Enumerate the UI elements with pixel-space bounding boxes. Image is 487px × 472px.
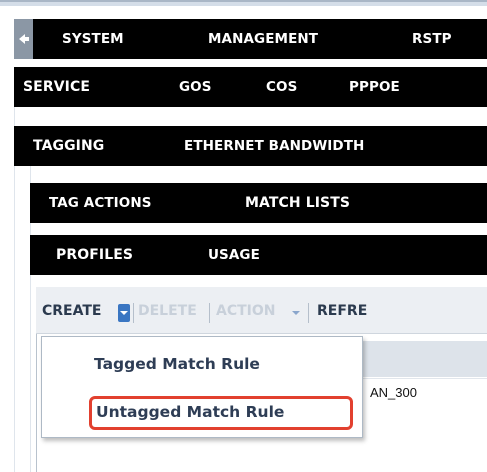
left-arrow-icon bbox=[18, 34, 29, 44]
nav-item-rstp[interactable]: RSTP bbox=[412, 31, 452, 47]
nav-item-tag-actions[interactable]: TAG ACTIONS bbox=[49, 195, 152, 211]
menu-item-tagged-match-rule[interactable]: Tagged Match Rule bbox=[94, 355, 260, 373]
nav-item-gos[interactable]: GOS bbox=[179, 79, 212, 95]
chevron-down-icon bbox=[120, 311, 128, 315]
nav-item-system[interactable]: SYSTEM bbox=[62, 31, 124, 47]
chevron-down-icon bbox=[292, 311, 300, 315]
refresh-button[interactable]: REFRE bbox=[317, 303, 367, 319]
nav-row-tag-sub: TAG ACTIONS MATCH LISTS bbox=[30, 183, 487, 223]
nav-item-match-lists[interactable]: MATCH LISTS bbox=[245, 195, 350, 211]
nav-item-pppoe[interactable]: PPPOE bbox=[349, 79, 400, 95]
table-header bbox=[344, 341, 487, 377]
back-button[interactable] bbox=[14, 19, 33, 59]
nav-item-usage[interactable]: USAGE bbox=[208, 247, 260, 263]
toolbar-separator bbox=[133, 303, 134, 323]
nav-row-service: SERVICE GOS COS PPPOE bbox=[14, 67, 487, 107]
nav-item-management[interactable]: MANAGEMENT bbox=[208, 31, 318, 47]
menu-item-untagged-match-rule[interactable]: Untagged Match Rule bbox=[96, 403, 284, 421]
nav-item-ethernet-bandwidth[interactable]: ETHERNET BANDWIDTH bbox=[184, 138, 364, 154]
create-dropdown-menu: Tagged Match Rule Untagged Match Rule bbox=[41, 336, 363, 438]
top-border bbox=[0, 0, 487, 6]
delete-button[interactable]: DELETE bbox=[138, 303, 197, 319]
action-dropdown-button[interactable] bbox=[290, 304, 302, 322]
nav-item-profiles[interactable]: PROFILES bbox=[56, 247, 133, 263]
nav-row-tagging: TAGGING ETHERNET BANDWIDTH bbox=[14, 126, 487, 166]
nav-item-cos[interactable]: COS bbox=[266, 79, 297, 95]
create-dropdown-button[interactable] bbox=[118, 304, 130, 322]
nav-row-match-sub: PROFILES USAGE bbox=[30, 235, 487, 275]
toolbar-separator bbox=[308, 303, 309, 323]
nav-item-tagging[interactable]: TAGGING bbox=[33, 138, 104, 154]
nav-row-main: SYSTEM MANAGEMENT RSTP bbox=[14, 19, 487, 59]
nav-item-service[interactable]: SERVICE bbox=[23, 79, 90, 95]
table-cell: AN_300 bbox=[370, 385, 417, 400]
content-border bbox=[36, 334, 37, 472]
toolbar-separator bbox=[209, 303, 210, 323]
create-button[interactable]: CREATE bbox=[42, 303, 101, 319]
toolbar: CREATE DELETE ACTION REFRE bbox=[36, 287, 487, 334]
action-button[interactable]: ACTION bbox=[216, 303, 276, 319]
table-divider bbox=[344, 378, 487, 379]
